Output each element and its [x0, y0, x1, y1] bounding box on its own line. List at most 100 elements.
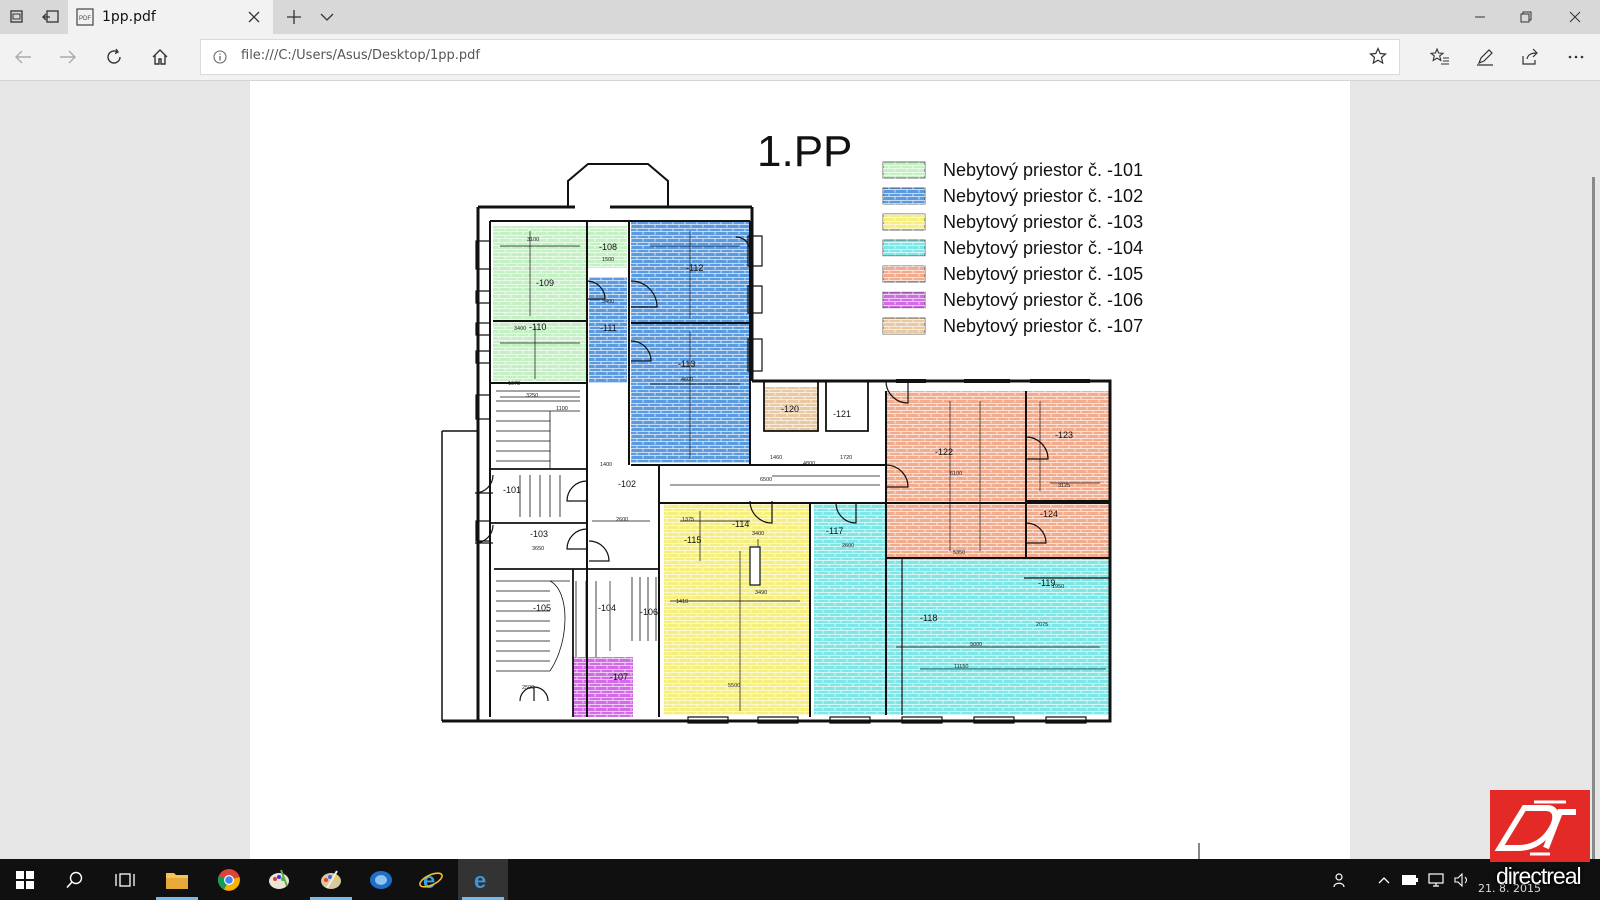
edge-icon[interactable]: e	[458, 859, 508, 900]
info-icon[interactable]	[213, 49, 227, 68]
dim-label: 5500	[728, 683, 740, 689]
dim-label: 1973	[508, 381, 520, 387]
dim-label: 4600	[681, 377, 693, 383]
task-view-icon[interactable]	[100, 859, 150, 900]
room-label-122: -122	[935, 447, 953, 457]
refresh-icon[interactable]	[98, 42, 130, 72]
plan-title: 1.PP	[757, 127, 852, 176]
dim-label: 1375	[682, 517, 694, 523]
directreal-logo: directreal	[1490, 790, 1590, 900]
tab-title: 1pp.pdf	[102, 9, 156, 25]
battery-icon[interactable]	[1398, 859, 1422, 900]
address-toolbar: file:///C:/Users/Asus/Desktop/1pp.pdf	[0, 34, 1600, 81]
close-icon[interactable]	[241, 4, 267, 30]
room-label-121: -121	[833, 409, 851, 419]
people-icon[interactable]	[1326, 859, 1356, 900]
area-gap-2	[868, 381, 886, 465]
room-label-118: -118	[920, 613, 937, 623]
dim-label: 5350	[953, 550, 965, 556]
pdf-viewer[interactable]: 1.PP -109 -110 -108 -111 -112 -113 -101 …	[0, 81, 1600, 859]
legend-label-104: Nebytový priestor č. -104	[943, 238, 1143, 258]
network-icon[interactable]	[1424, 859, 1448, 900]
dim-label: 1720	[840, 455, 852, 461]
back-icon[interactable]	[7, 42, 39, 72]
chevron-down-icon[interactable]	[310, 0, 344, 34]
dim-label: 9000	[970, 642, 982, 648]
room-label-115: -115	[684, 535, 701, 545]
room-label-111: -111	[600, 323, 617, 333]
tab-1pp-pdf[interactable]: PDF 1pp.pdf	[68, 0, 273, 34]
internet-explorer-icon[interactable]: e	[406, 859, 456, 900]
dim-label: 1950	[1052, 584, 1064, 590]
area-105-104	[494, 571, 571, 717]
room-label-107: -107	[610, 672, 628, 682]
area-corridor	[659, 465, 886, 503]
room-label-117: -117	[826, 526, 843, 536]
address-bar[interactable]: file:///C:/Users/Asus/Desktop/1pp.pdf	[200, 39, 1400, 75]
favorites-icon[interactable]	[1424, 42, 1456, 72]
room-label-124: -124	[1040, 509, 1058, 519]
volume-icon[interactable]	[1450, 859, 1474, 900]
room-label-114: -114	[732, 519, 749, 529]
legend-label-102: Nebytový priestor č. -102	[943, 186, 1143, 206]
tab-bar: PDF 1pp.pdf	[0, 0, 1600, 34]
search-icon[interactable]	[50, 859, 100, 900]
set-aside-tabs-icon[interactable]	[34, 0, 68, 34]
legend-label-101: Nebytový priestor č. -101	[943, 160, 1143, 180]
chrome-icon[interactable]	[204, 859, 254, 900]
home-icon[interactable]	[144, 42, 176, 72]
pdf-file-icon-text: PDF	[79, 16, 91, 22]
area-gap-3	[587, 268, 631, 277]
tab-actions-icon[interactable]	[0, 0, 34, 34]
room-label-112: -112	[686, 263, 703, 273]
paint-icon[interactable]	[254, 859, 304, 900]
forward-icon[interactable]	[52, 42, 84, 72]
room-label-113: -113	[678, 359, 695, 369]
dim-label: 6500	[760, 477, 772, 483]
pdf-file-icon: PDF	[76, 8, 94, 30]
file-explorer-icon[interactable]	[152, 859, 202, 900]
room-label-103: -103	[530, 529, 548, 539]
dim-label: 6100	[950, 471, 962, 477]
chevron-up-icon[interactable]	[1372, 859, 1396, 900]
room-label-110: -110	[529, 322, 546, 332]
more-icon[interactable]	[1560, 42, 1592, 72]
dim-label: 1100	[556, 406, 568, 412]
dim-label: 2500	[522, 685, 534, 691]
dim-label: 1500	[602, 257, 614, 263]
dim-label: 4800	[803, 461, 815, 467]
room-label-104: -104	[598, 603, 616, 613]
windows-start-icon[interactable]	[0, 859, 50, 900]
dim-label: 3650	[532, 546, 544, 552]
room-label-105: -105	[533, 603, 551, 613]
dim-label: 3250	[526, 393, 538, 399]
dim-label: 3125	[1058, 483, 1070, 489]
room-label-101: -101	[503, 485, 521, 495]
pen-icon[interactable]	[1469, 42, 1501, 72]
scrollbar[interactable]	[1592, 177, 1595, 859]
new-tab-icon[interactable]	[277, 0, 311, 34]
share-icon[interactable]	[1514, 42, 1546, 72]
palette-icon[interactable]	[306, 859, 356, 900]
room-label-106: -106	[640, 607, 658, 617]
dim-label: 2600	[842, 543, 854, 549]
dim-label: 1400	[600, 462, 612, 468]
star-icon[interactable]	[1369, 47, 1387, 69]
legend-label-105: Nebytový priestor č. -105	[943, 264, 1143, 284]
taskbar: e e 21. 8. 2015	[0, 859, 1600, 900]
dim-label: 2600	[616, 517, 628, 523]
legend-label-107: Nebytový priestor č. -107	[943, 316, 1143, 336]
directreal-logo-mark	[1490, 790, 1590, 862]
close-window-icon[interactable]	[1552, 0, 1598, 34]
outlook-icon[interactable]	[356, 859, 406, 900]
pdf-page: 1.PP -109 -110 -108 -111 -112 -113 -101 …	[250, 81, 1350, 859]
minimize-icon[interactable]	[1457, 0, 1503, 34]
dim-label: 3400	[602, 299, 614, 305]
url-text: file:///C:/Users/Asus/Desktop/1pp.pdf	[241, 48, 480, 63]
room-label-120: -120	[781, 404, 799, 414]
room-label-123: -123	[1055, 430, 1073, 440]
room-label-109: -109	[536, 278, 554, 288]
room-label-108: -108	[599, 242, 617, 252]
dim-label: 3400	[514, 326, 526, 332]
restore-icon[interactable]	[1503, 0, 1549, 34]
